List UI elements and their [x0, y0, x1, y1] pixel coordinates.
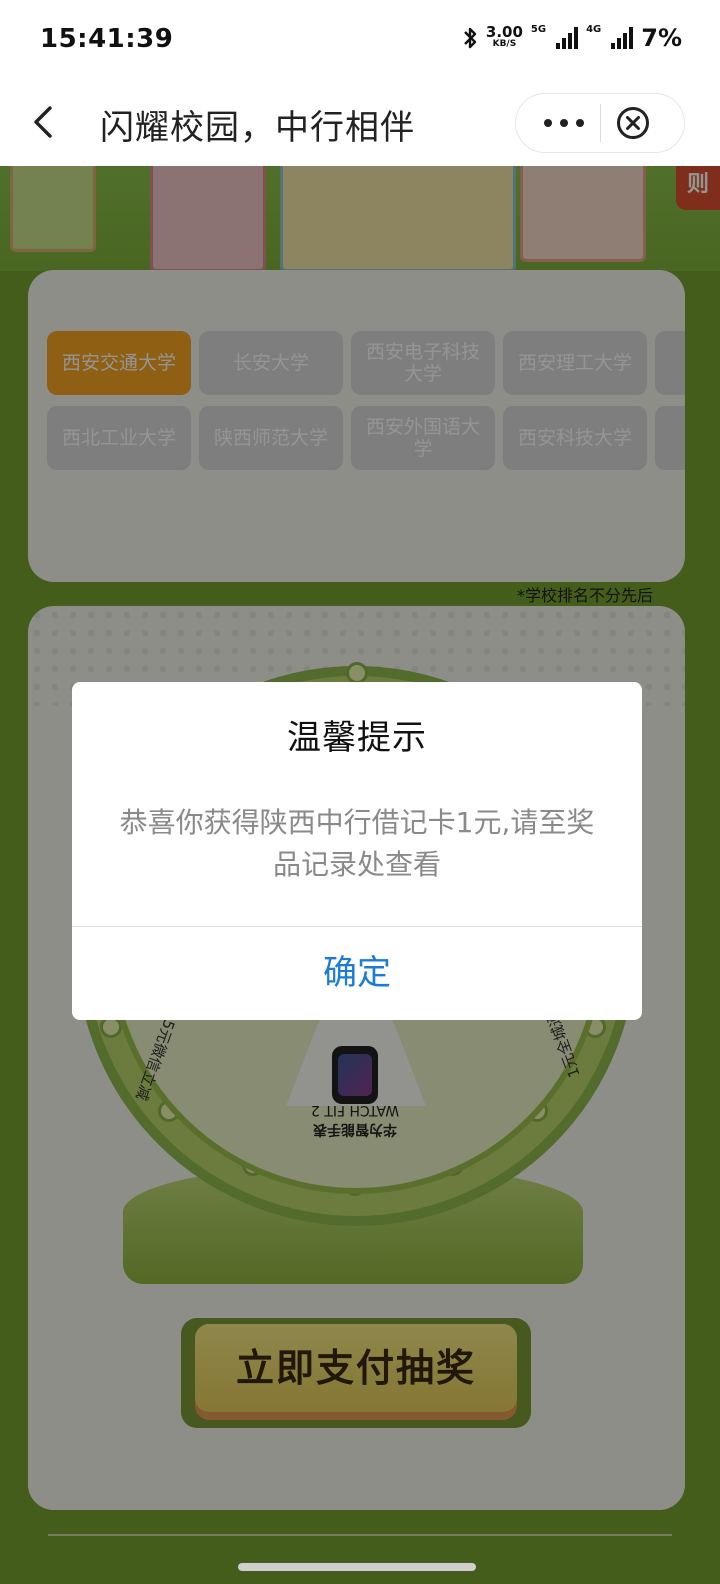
- sim1-network-type: 5G: [530, 24, 547, 35]
- page-title: 闪耀校园，中行相伴: [100, 108, 415, 148]
- capsule-divider: [600, 104, 601, 142]
- dialog-title: 温馨提示: [287, 718, 427, 758]
- confirm-button[interactable]: 确定: [72, 927, 642, 1020]
- status-icons: 3.00 KB/S 5G 4G 7%: [462, 24, 682, 52]
- bluetooth-icon: [464, 27, 477, 49]
- nav-bar: 闪耀校园，中行相伴: [0, 80, 720, 166]
- status-time: 15:41:39: [40, 24, 174, 54]
- network-speed: 3.00 KB/S: [485, 23, 523, 50]
- signal-icon: [556, 27, 579, 49]
- signal-icon: [611, 27, 634, 49]
- sim2-network-type: 4G: [586, 24, 602, 35]
- tip-dialog: 温馨提示 恭喜你获得陕西中行借记卡1元,请至奖品记录处查看 确定: [72, 682, 642, 1020]
- home-indicator[interactable]: [238, 1563, 476, 1571]
- battery-level: 7%: [641, 24, 682, 52]
- status-bar: 15:41:39 3.00 KB/S 5G 4G 7%: [0, 0, 720, 80]
- back-arrow-icon[interactable]: [26, 102, 66, 142]
- close-circle-icon[interactable]: [616, 106, 650, 140]
- dialog-message: 恭喜你获得陕西中行借记卡1元,请至奖品记录处查看: [119, 806, 595, 881]
- mini-program-capsule: [515, 93, 685, 153]
- more-icon[interactable]: [544, 110, 584, 136]
